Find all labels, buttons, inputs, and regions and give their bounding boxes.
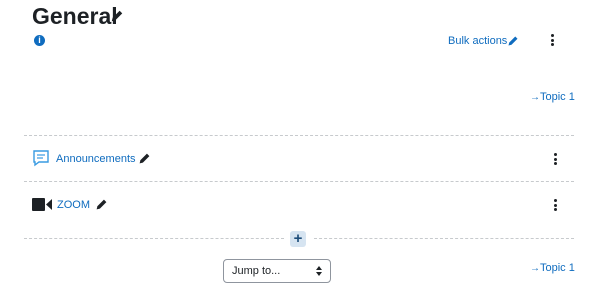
section-menu-icon[interactable] <box>551 34 555 47</box>
divider <box>24 238 284 239</box>
edit-title-pencil-icon[interactable] <box>110 9 124 23</box>
info-icon[interactable]: i <box>34 35 45 46</box>
next-topic-link[interactable]: →Topic 1 <box>530 261 575 276</box>
select-caret-icon <box>316 266 322 276</box>
next-topic-link[interactable]: →Topic 1 <box>530 90 575 105</box>
arrow-icon: → <box>530 92 540 103</box>
divider <box>24 181 574 182</box>
section-title: General <box>32 3 118 29</box>
next-topic-label: Topic 1 <box>540 262 575 274</box>
forum-icon[interactable] <box>32 150 50 167</box>
jump-to-select[interactable]: Jump to... <box>223 259 331 283</box>
announcements-menu-icon[interactable] <box>554 153 558 166</box>
add-activity-button[interactable]: + <box>290 231 306 247</box>
bulk-actions-link[interactable]: Bulk actions <box>448 34 507 48</box>
edit-zoom-pencil-icon[interactable] <box>95 198 108 211</box>
edit-announcements-pencil-icon[interactable] <box>138 152 151 165</box>
jump-to-label: Jump to... <box>232 265 281 277</box>
divider <box>24 135 574 136</box>
video-camera-icon[interactable] <box>32 198 52 211</box>
bulk-edit-pencil-icon[interactable] <box>507 35 519 47</box>
zoom-link[interactable]: ZOOM <box>57 198 90 212</box>
zoom-menu-icon[interactable] <box>554 199 558 212</box>
next-topic-label: Topic 1 <box>540 91 575 103</box>
divider <box>314 238 574 239</box>
arrow-icon: → <box>530 263 540 274</box>
announcements-link[interactable]: Announcements <box>56 152 136 166</box>
